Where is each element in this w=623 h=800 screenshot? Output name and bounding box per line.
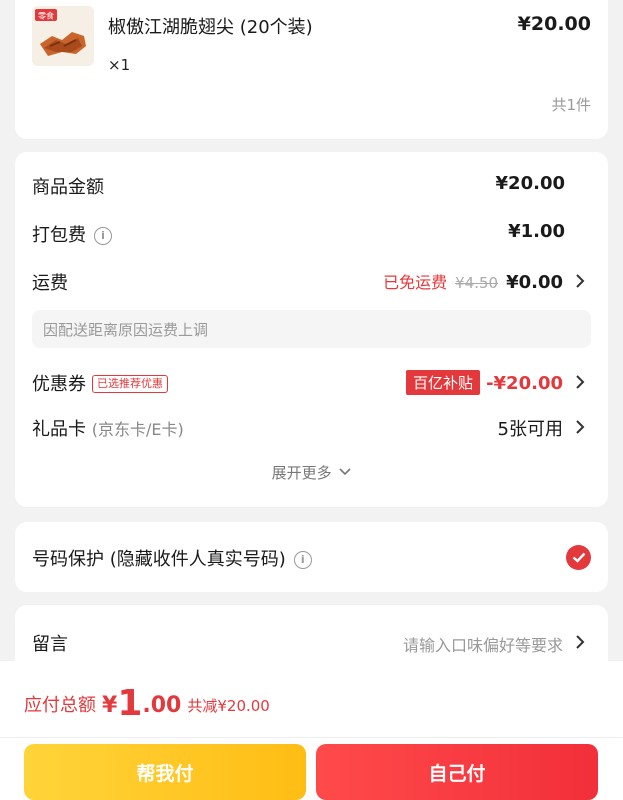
goods-amount-row: 商品金额 ¥20.00 <box>32 170 591 200</box>
total-decimal: .00 <box>142 693 182 718</box>
coupon-value-wrap: 百亿补贴 -¥20.00 <box>406 370 563 395</box>
total-currency: ¥ <box>102 693 118 718</box>
shipping-value: ¥0.00 <box>506 272 563 293</box>
expand-more[interactable]: 展开更多 <box>15 462 608 483</box>
recommended-badge: 已选推荐优惠 <box>92 375 168 393</box>
coupon-row[interactable]: 优惠券 已选推荐优惠 百亿补贴 -¥20.00 <box>32 367 591 397</box>
privacy-checkbox[interactable] <box>566 545 591 570</box>
coupon-label-wrap: 优惠券 已选推荐优惠 <box>32 370 168 396</box>
privacy-row: 号码保护 (隐藏收件人真实号码) i <box>32 542 591 572</box>
privacy-card: 号码保护 (隐藏收件人真实号码) i <box>15 522 608 592</box>
goods-amount-value: ¥20.00 <box>495 173 565 194</box>
chevron-right-icon[interactable] <box>571 633 589 651</box>
coupon-label: 优惠券 <box>32 374 86 395</box>
gift-card-value: 5张可用 <box>497 419 563 440</box>
total-label: 应付总额 <box>24 695 96 716</box>
packing-fee-value: ¥1.00 <box>508 221 565 242</box>
shipping-label: 运费 <box>32 273 68 294</box>
message-input[interactable]: 请输入口味偏好等要求 <box>403 632 563 656</box>
product-price: ¥20.00 <box>517 13 591 35</box>
gift-card-row[interactable]: 礼品卡 (京东卡/E卡) 5张可用 <box>32 412 591 442</box>
fees-card: 商品金额 ¥20.00 打包费 i ¥1.00 运费 已免运费 ¥4.50 ¥0.00… <box>15 152 608 507</box>
packing-fee-label: 打包费 <box>32 225 86 246</box>
message-row[interactable]: 留言 请输入口味偏好等要求 <box>32 627 591 657</box>
info-icon[interactable]: i <box>293 551 312 569</box>
subsidy-badge: 百亿补贴 <box>406 370 481 395</box>
shipping-note: 因配送距离原因运费上调 <box>32 310 591 348</box>
info-icon[interactable]: i <box>94 227 112 245</box>
gift-card-label: 礼品卡 <box>32 419 86 440</box>
total-amount: 应付总额 ¥1.00 共减¥20.00 <box>24 683 270 724</box>
packing-fee-label-wrap: 打包费 i <box>32 221 112 247</box>
packing-fee-row: 打包费 i ¥1.00 <box>32 218 591 248</box>
goods-amount-label: 商品金额 <box>32 177 104 198</box>
privacy-label: 号码保护 (隐藏收件人真实号码) <box>32 549 286 570</box>
product-thumbnail[interactable]: 零食 <box>32 6 94 66</box>
shipping-original-price: ¥4.50 <box>455 274 499 292</box>
product-name[interactable]: 椒傲江湖脆翅尖 (20个装) <box>108 13 313 39</box>
chevron-right-icon[interactable] <box>571 373 589 391</box>
product-total-count: 共1件 <box>551 96 591 114</box>
total-saved: 共减¥20.00 <box>187 697 270 715</box>
privacy-label-wrap: 号码保护 (隐藏收件人真实号码) i <box>32 545 312 571</box>
thumb-brand-text: 零食 <box>38 11 54 21</box>
expand-more-label: 展开更多 <box>271 464 332 482</box>
coupon-value: -¥20.00 <box>486 373 563 394</box>
message-label: 留言 <box>32 634 68 655</box>
chevron-right-icon[interactable] <box>571 272 589 290</box>
friend-pay-button[interactable]: 帮我付 <box>24 744 306 800</box>
gift-card-label-wrap: 礼品卡 (京东卡/E卡) <box>32 415 184 441</box>
free-shipping-tag: 已免运费 <box>383 273 448 292</box>
checkout-bar: 应付总额 ¥1.00 共减¥20.00 帮我付 自己付 <box>0 661 623 800</box>
chevron-down-icon <box>339 468 351 476</box>
chevron-right-icon[interactable] <box>571 418 589 436</box>
divider <box>0 737 623 738</box>
product-card: 零食 椒傲江湖脆翅尖 (20个装) ¥20.00 ×1 共1件 <box>15 0 608 139</box>
shipping-row[interactable]: 运费 已免运费 ¥4.50 ¥0.00 <box>32 266 591 296</box>
total-integer: 1 <box>117 683 143 724</box>
product-quantity: ×1 <box>108 56 131 74</box>
check-icon <box>572 552 585 563</box>
shipping-value-wrap: 已免运费 ¥4.50 ¥0.00 <box>383 269 563 293</box>
checkout-page: 零食 椒傲江湖脆翅尖 (20个装) ¥20.00 ×1 共1件 商品金额 ¥20… <box>0 0 623 800</box>
product-image-icon: 零食 <box>32 6 94 66</box>
self-pay-button[interactable]: 自己付 <box>316 744 598 800</box>
gift-card-sub-label: (京东卡/E卡) <box>91 420 184 439</box>
